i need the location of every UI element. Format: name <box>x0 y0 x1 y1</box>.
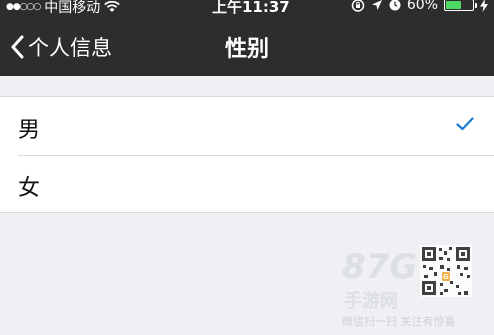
watermark-caption: 微信扫一扫 关注有惊喜 <box>342 315 456 328</box>
navigation-bar: 个人信息 性别 <box>0 20 494 76</box>
battery-level-fill <box>446 1 461 9</box>
location-icon <box>371 0 382 10</box>
gender-option-list: 男 女 <box>0 96 494 213</box>
watermark-subtitle: 手游网 <box>344 291 398 312</box>
status-left: ●●○○○ 中国移动 <box>6 0 121 17</box>
alarm-icon <box>389 0 401 11</box>
checkmark-icon <box>456 117 474 131</box>
clock: 上午11:37 <box>212 0 290 16</box>
svg-text:G: G <box>443 273 449 281</box>
option-label: 男 <box>18 118 41 143</box>
status-right: 60% <box>351 0 488 13</box>
battery-icon <box>444 0 477 11</box>
signal-strength: ●●○○○ <box>6 2 41 12</box>
qr-code-icon: G <box>420 245 472 297</box>
battery-percent: 60% <box>406 0 438 13</box>
status-bar: ●●○○○ 中国移动 上午11:37 60% <box>0 0 494 16</box>
gender-option-female[interactable]: 女 <box>0 155 494 213</box>
page-title: 性别 <box>224 37 269 62</box>
gender-option-male[interactable]: 男 <box>0 97 494 155</box>
wifi-icon <box>104 1 121 12</box>
watermark: 87G 手游网 G 微信扫一扫 关注有惊喜 <box>336 243 494 335</box>
battery-cap <box>475 3 477 8</box>
option-label: 女 <box>18 176 41 201</box>
charging-bolt-icon <box>480 0 488 12</box>
top-bar: ●●○○○ 中国移动 上午11:37 60% 个人信息 性别 <box>0 0 494 76</box>
watermark-logo: 87G <box>342 247 418 287</box>
carrier-name: 中国移动 <box>44 0 101 16</box>
rotation-lock-icon <box>351 0 365 12</box>
